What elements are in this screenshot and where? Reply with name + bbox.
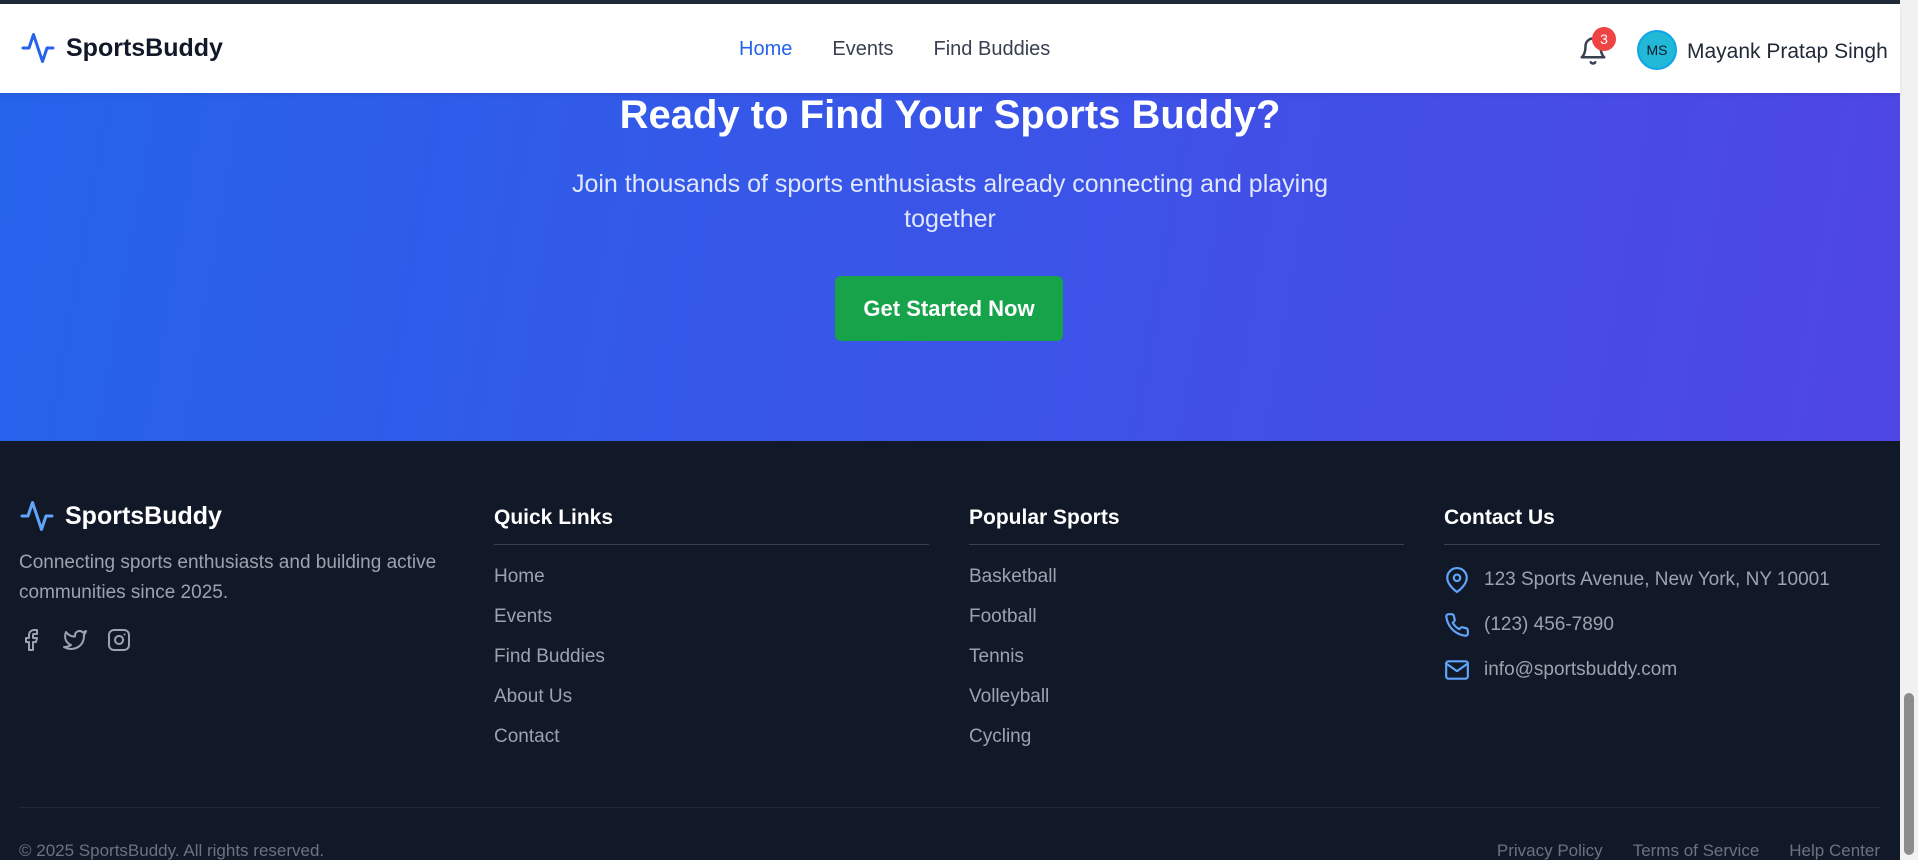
sport-link-tennis[interactable]: Tennis bbox=[969, 637, 1404, 677]
terms-of-service-link[interactable]: Terms of Service bbox=[1633, 841, 1760, 860]
popular-sports-title: Popular Sports bbox=[969, 506, 1404, 545]
quick-links-column: Quick Links Home Events Find Buddies Abo… bbox=[494, 506, 929, 757]
sport-link-football[interactable]: Football bbox=[969, 597, 1404, 637]
contact-phone: (123) 456-7890 bbox=[1444, 602, 1880, 647]
activity-pulse-icon bbox=[21, 33, 55, 63]
footer-link-contact[interactable]: Contact bbox=[494, 717, 929, 757]
footer-divider bbox=[19, 807, 1880, 808]
sport-link-volleyball[interactable]: Volleyball bbox=[969, 677, 1404, 717]
instagram-icon[interactable] bbox=[107, 628, 131, 652]
phone-icon bbox=[1445, 612, 1469, 637]
sport-link-cycling[interactable]: Cycling bbox=[969, 717, 1404, 757]
contact-address-text: 123 Sports Avenue, New York, NY 10001 bbox=[1484, 568, 1830, 590]
notification-badge: 3 bbox=[1592, 27, 1616, 51]
popular-sports-column: Popular Sports Basketball Football Tenni… bbox=[969, 506, 1404, 757]
footer-brand[interactable]: SportsBuddy bbox=[19, 498, 439, 534]
contact-address: 123 Sports Avenue, New York, NY 10001 bbox=[1444, 557, 1880, 602]
activity-pulse-icon bbox=[20, 501, 54, 531]
contact-email: info@sportsbuddy.com bbox=[1444, 647, 1880, 692]
user-name[interactable]: Mayank Pratap Singh bbox=[1687, 40, 1888, 64]
footer-link-home[interactable]: Home bbox=[494, 557, 929, 597]
privacy-policy-link[interactable]: Privacy Policy bbox=[1497, 841, 1603, 860]
help-center-link[interactable]: Help Center bbox=[1789, 841, 1880, 860]
contact-title: Contact Us bbox=[1444, 506, 1880, 545]
social-links bbox=[19, 628, 439, 652]
contact-email-text[interactable]: info@sportsbuddy.com bbox=[1484, 659, 1677, 681]
contact-phone-text[interactable]: (123) 456-7890 bbox=[1484, 614, 1614, 636]
quick-links-title: Quick Links bbox=[494, 506, 929, 545]
nav-home[interactable]: Home bbox=[739, 38, 792, 61]
top-navbar: SportsBuddy Home Events Find Buddies 3 M… bbox=[0, 4, 1900, 93]
twitter-icon[interactable] bbox=[63, 628, 87, 652]
main-nav: Home Events Find Buddies bbox=[739, 38, 1050, 61]
footer-brand-name: SportsBuddy bbox=[65, 501, 222, 530]
facebook-icon[interactable] bbox=[19, 628, 43, 652]
footer-link-about-us[interactable]: About Us bbox=[494, 677, 929, 717]
hero-subtitle: Join thousands of sports enthusiasts alr… bbox=[571, 170, 1329, 233]
copyright-text: © 2025 SportsBuddy. All rights reserved. bbox=[19, 841, 325, 860]
cta-hero-section: Ready to Find Your Sports Buddy? Join th… bbox=[0, 93, 1900, 441]
scrollbar-thumb[interactable] bbox=[1904, 693, 1914, 855]
avatar[interactable]: MS bbox=[1637, 30, 1677, 70]
footer-link-events[interactable]: Events bbox=[494, 597, 929, 637]
legal-links: Privacy Policy Terms of Service Help Cen… bbox=[1497, 841, 1880, 860]
mail-icon bbox=[1445, 659, 1469, 680]
map-pin-icon bbox=[1446, 566, 1468, 593]
hero-title: Ready to Find Your Sports Buddy? bbox=[619, 93, 1281, 137]
contact-column: Contact Us 123 Sports Avenue, New York, … bbox=[1444, 506, 1880, 692]
brand-logo-link[interactable]: SportsBuddy bbox=[20, 30, 223, 66]
footer: SportsBuddy Connecting sports enthusiast… bbox=[0, 441, 1900, 860]
sport-link-basketball[interactable]: Basketball bbox=[969, 557, 1404, 597]
footer-tagline: Connecting sports enthusiasts and buildi… bbox=[19, 552, 437, 603]
nav-find-buddies[interactable]: Find Buddies bbox=[934, 38, 1051, 61]
get-started-button[interactable]: Get Started Now bbox=[835, 276, 1063, 341]
nav-events[interactable]: Events bbox=[832, 38, 893, 61]
footer-brand-column: SportsBuddy Connecting sports enthusiast… bbox=[19, 501, 439, 652]
footer-link-find-buddies[interactable]: Find Buddies bbox=[494, 637, 929, 677]
brand-name: SportsBuddy bbox=[66, 33, 223, 62]
